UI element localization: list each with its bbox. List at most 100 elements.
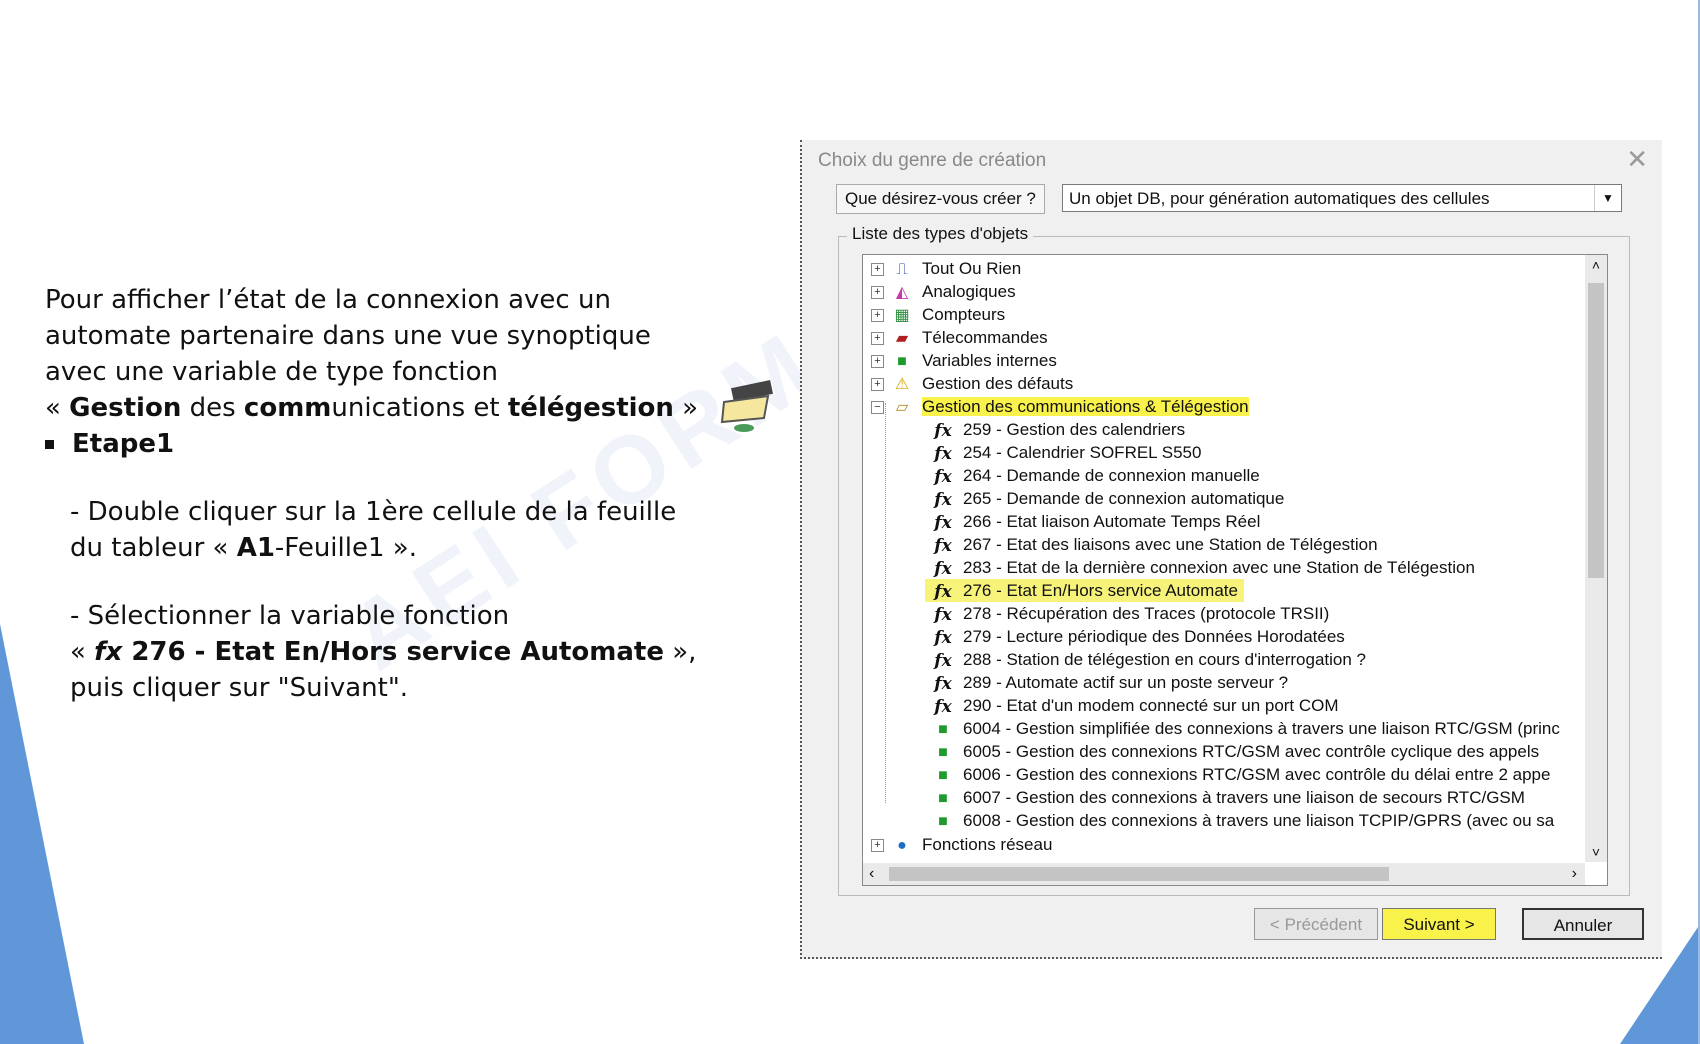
tree-child-label: 288 - Station de télégestion en cours d'… xyxy=(963,650,1367,669)
communication-icon xyxy=(720,379,774,432)
tree-child-283[interactable]: fx 283 - Etat de la dernière connexion av… xyxy=(931,556,1475,579)
scroll-thumb[interactable] xyxy=(889,867,1389,881)
tree-child-288[interactable]: fx 288 - Station de télégestion en cours … xyxy=(931,648,1366,671)
expand-icon[interactable]: + xyxy=(871,286,884,300)
cube-icon: ■ xyxy=(938,812,948,830)
expand-icon[interactable]: + xyxy=(871,263,884,277)
tree-child-266[interactable]: fx 266 - Etat liaison Automate Temps Réel xyxy=(931,510,1260,533)
tree-child-label: 265 - Demande de connexion automatique xyxy=(963,489,1285,508)
next-button[interactable]: Suivant > xyxy=(1382,908,1496,940)
tree-child-label: 6008 - Gestion des connexions à travers … xyxy=(963,811,1555,830)
close-icon[interactable]: ✕ xyxy=(1626,144,1648,175)
cube-icon: ■ xyxy=(938,789,948,807)
tree-child-label: 279 - Lecture périodique des Données Hor… xyxy=(963,627,1345,646)
tree-item-gestion-defauts[interactable]: + ⚠ Gestion des défauts xyxy=(871,372,1073,395)
tree-child-264[interactable]: fx 264 - Demande de connexion manuelle xyxy=(931,464,1260,487)
step2-pre: « xyxy=(70,637,95,667)
step1-line-2: du tableur « A1-Feuille1 ». xyxy=(70,530,725,566)
tree-child-label: 267 - Etat des liaisons avec une Station… xyxy=(963,535,1378,554)
chevron-up-icon[interactable]: ˄ xyxy=(1585,257,1607,273)
bullet-label: Etape1 xyxy=(72,429,175,459)
function-icon: fx xyxy=(934,535,952,556)
function-icon: fx xyxy=(934,627,952,648)
expand-icon[interactable]: + xyxy=(871,332,884,346)
step-2: - Sélectionner la variable fonction « fx… xyxy=(70,598,725,706)
chevron-down-icon[interactable]: ˅ xyxy=(1585,844,1607,860)
intro-line-2: automate partenaire dans une vue synopti… xyxy=(45,321,651,351)
function-icon: fx xyxy=(934,489,952,510)
function-icon: fx xyxy=(934,604,952,625)
tree-child-6004[interactable]: ■ 6004 - Gestion simplifiée des connexion… xyxy=(931,717,1560,740)
tree-child-289[interactable]: fx 289 - Automate actif sur un poste serv… xyxy=(931,671,1288,694)
step1-line-1: - Double cliquer sur la 1ère cellule de … xyxy=(70,497,677,527)
tree-child-6005[interactable]: ■ 6005 - Gestion des connexions RTC/GSM a… xyxy=(931,740,1539,763)
tree-child-265[interactable]: fx 265 - Demande de connexion automatique xyxy=(931,487,1284,510)
intro-quote-close: » xyxy=(673,393,699,423)
tree-child-label: 264 - Demande de connexion manuelle xyxy=(963,466,1260,485)
remote-command-icon: ▰ xyxy=(895,329,909,347)
question-label: Que désirez-vous créer ? xyxy=(836,184,1045,214)
tree-item-gestion-communications[interactable]: − ▱ Gestion des communications & Télégesti… xyxy=(871,395,1249,418)
tree-child-label: 6005 - Gestion des connexions RTC/GSM av… xyxy=(963,742,1540,761)
tree-child-label: 289 - Automate actif sur un poste serveu… xyxy=(963,673,1289,692)
function-icon: fx xyxy=(934,512,952,533)
vertical-scrollbar[interactable]: ˄ ˅ xyxy=(1585,255,1607,862)
tree-child-290[interactable]: fx 290 - Etat d'un modem connecté sur un … xyxy=(931,694,1338,717)
tree-child-6006[interactable]: ■ 6006 - Gestion des connexions RTC/GSM a… xyxy=(931,763,1550,786)
creation-type-select[interactable]: Un objet DB, pour génération automatique… xyxy=(1062,184,1622,212)
step2-line-3: puis cliquer sur "Suivant". xyxy=(70,673,409,703)
step2-post: », xyxy=(663,637,697,667)
intro-bold-1: Gestion xyxy=(69,393,182,423)
tree-item-telecommandes[interactable]: + ▰ Télecommandes xyxy=(871,326,1048,349)
tree-item-label: Télecommandes xyxy=(922,328,1048,347)
tree-item-tout-ou-rien[interactable]: + ⎍ Tout Ou Rien xyxy=(871,257,1021,280)
tree-item-analogiques[interactable]: + ◭ Analogiques xyxy=(871,280,1016,303)
cancel-button[interactable]: Annuler xyxy=(1522,908,1644,940)
collapse-icon[interactable]: − xyxy=(871,401,884,415)
tree-child-label: 259 - Gestion des calendriers xyxy=(963,420,1186,439)
tree-child-267[interactable]: fx 267 - Etat des liaisons avec une Stati… xyxy=(931,533,1378,556)
group-title: Liste des types d'objets xyxy=(847,224,1034,244)
tree-child-279[interactable]: fx 279 - Lecture périodique des Données H… xyxy=(931,625,1345,648)
object-tree[interactable]: + ⎍ Tout Ou Rien + ◭ Analogiques + ▦ Compteurs… xyxy=(862,254,1608,886)
communication-icon: ▱ xyxy=(895,398,909,416)
horizontal-scrollbar[interactable]: ‹ › xyxy=(863,863,1585,885)
previous-button[interactable]: < Précédent xyxy=(1254,908,1378,940)
tree-item-compteurs[interactable]: + ▦ Compteurs xyxy=(871,303,1005,326)
cube-icon: ■ xyxy=(938,766,948,784)
cube-icon: ■ xyxy=(938,720,948,738)
chevron-right-icon[interactable]: › xyxy=(1572,863,1577,885)
tree-child-label: 278 - Récupération des Traces (protocole… xyxy=(963,604,1330,623)
internal-variable-icon: ■ xyxy=(897,352,907,370)
chevron-left-icon[interactable]: ‹ xyxy=(869,863,874,885)
expand-icon[interactable]: + xyxy=(871,309,884,323)
signal-wave-icon: ⎍ xyxy=(896,260,908,278)
tree-child-276-selected[interactable]: fx 276 - Etat En/Hors service Automate xyxy=(925,579,1244,602)
step2-line-2: « fx 276 - Etat En/Hors service Automate… xyxy=(70,634,725,670)
tree-item-label: Tout Ou Rien xyxy=(922,259,1022,278)
step2-fx: fx xyxy=(94,637,123,667)
tree-child-label: 6006 - Gestion des connexions RTC/GSM av… xyxy=(963,765,1551,784)
step-1: - Double cliquer sur la 1ère cellule de … xyxy=(70,494,725,566)
tree-item-fonctions-reseau[interactable]: + ● Fonctions réseau xyxy=(871,833,1052,856)
expand-icon[interactable]: + xyxy=(871,355,884,369)
scroll-thumb[interactable] xyxy=(1588,283,1604,578)
dialog-window: Choix du genre de création ✕ Que désirez… xyxy=(800,140,1662,959)
tree-child-259[interactable]: fx 259 - Gestion des calendriers xyxy=(931,418,1185,441)
intro-line-3: avec une variable de type fonction xyxy=(45,357,498,387)
tree-child-6007[interactable]: ■ 6007 - Gestion des connexions à travers… xyxy=(931,786,1525,809)
cube-icon: ■ xyxy=(938,743,948,761)
tree-child-6008[interactable]: ■ 6008 - Gestion des connexions à travers… xyxy=(931,809,1554,832)
slide-instructions: Pour afficher l’état de la connexion ave… xyxy=(45,282,725,706)
expand-icon[interactable]: + xyxy=(871,839,884,853)
tree-child-label: 6004 - Gestion simplifiée des connexions… xyxy=(963,719,1560,738)
chevron-down-icon[interactable]: ▼ xyxy=(1594,185,1621,211)
intro-line-4: « Gestion des communications et télégest… xyxy=(45,390,725,426)
globe-icon: ● xyxy=(897,836,907,854)
expand-icon[interactable]: + xyxy=(871,378,884,392)
tree-item-variables-internes[interactable]: + ■ Variables internes xyxy=(871,349,1057,372)
tree-child-label: 283 - Etat de la dernière connexion avec… xyxy=(963,558,1475,577)
tree-child-254[interactable]: fx 254 - Calendrier SOFREL S550 xyxy=(931,441,1201,464)
tree-item-label: Fonctions réseau xyxy=(922,835,1053,854)
tree-child-278[interactable]: fx 278 - Récupération des Traces (protoco… xyxy=(931,602,1329,625)
